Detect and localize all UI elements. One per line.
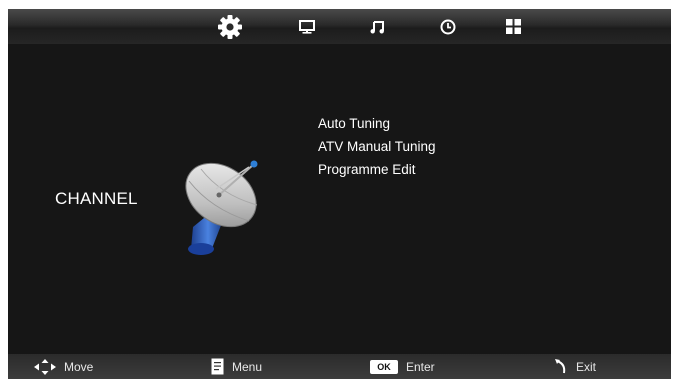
hint-move: Move [34, 354, 93, 379]
tab-setup[interactable] [491, 9, 535, 44]
grid-icon [505, 19, 521, 34]
hint-menu: Menu [211, 354, 262, 379]
ok-key-icon: OK [370, 359, 398, 374]
help-bar: Move Menu OK Enter Exit [8, 354, 671, 379]
menu-item-programme-edit[interactable]: Programme Edit [318, 158, 436, 181]
return-arrow-icon [555, 358, 566, 373]
page-title: CHANNEL [55, 189, 138, 208]
tab-time[interactable] [426, 9, 470, 44]
hint-enter: OK Enter [370, 354, 435, 379]
hint-menu-label: Menu [232, 359, 263, 374]
tab-picture[interactable] [285, 9, 329, 44]
hint-exit-label: Exit [576, 359, 597, 374]
direction-arrows-icon [34, 358, 56, 375]
hint-enter-label: Enter [406, 359, 435, 374]
hint-move-label: Move [64, 359, 94, 374]
menu-item-auto-tuning[interactable]: Auto Tuning [318, 112, 436, 135]
tv-menu-screen: CHANNEL Auto Tuning ATV Manual Tuning Pr [8, 9, 671, 379]
clock-icon [440, 19, 456, 34]
menu-item-atv-manual-tuning[interactable]: ATV Manual Tuning [318, 135, 436, 158]
music-note-icon [370, 20, 384, 33]
channel-menu: Auto Tuning ATV Manual Tuning Programme … [318, 112, 436, 181]
menu-page-icon [211, 358, 224, 375]
tab-channel[interactable] [208, 9, 252, 44]
tab-sound[interactable] [355, 9, 399, 44]
hint-exit: Exit [554, 354, 596, 379]
monitor-icon [299, 19, 315, 34]
gear-icon [218, 14, 242, 39]
menu-tab-bar [8, 9, 671, 44]
satellite-dish-icon [185, 160, 258, 255]
